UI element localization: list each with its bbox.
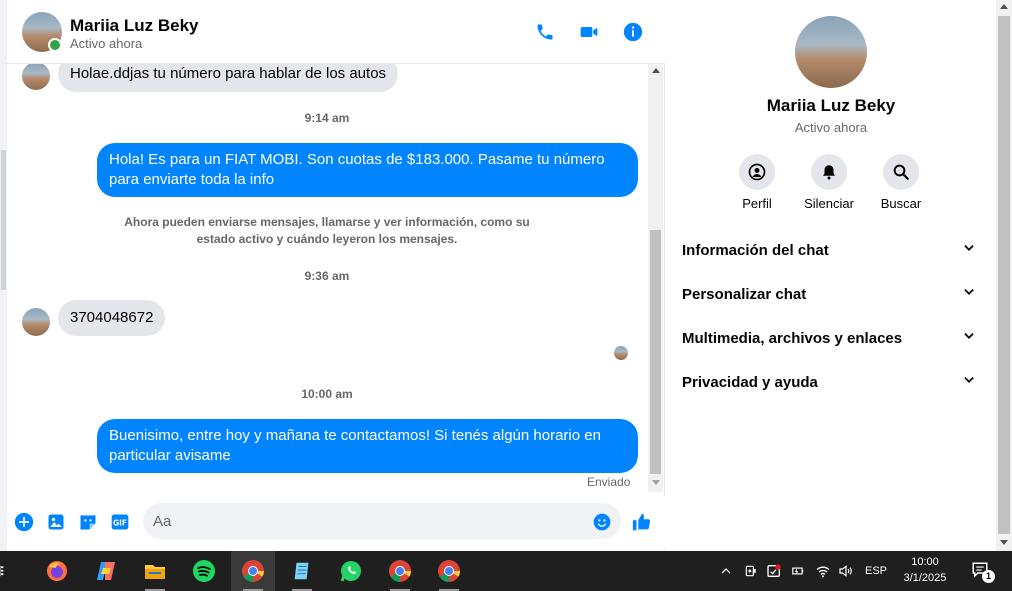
chat-panel: Mariia Luz Beky Activo ahora Holae.ddjas… xyxy=(7,0,665,551)
chevron-down-icon xyxy=(962,329,976,348)
section-privacy-help[interactable]: Privacidad y ayuda xyxy=(674,362,984,402)
chrome-icon[interactable] xyxy=(378,551,422,591)
contact-name[interactable]: Mariia Luz Beky xyxy=(70,16,199,36)
notification-center[interactable]: 1 xyxy=(966,551,996,591)
contact-status: Activo ahora xyxy=(70,36,143,51)
wifi-icon[interactable] xyxy=(813,551,833,591)
chevron-down-icon xyxy=(962,241,976,260)
gif-icon[interactable]: GIF xyxy=(109,511,131,533)
spotify-icon[interactable] xyxy=(182,551,226,591)
page-scroll-up-arrow[interactable] xyxy=(1000,4,1008,9)
sticker-icon[interactable] xyxy=(77,511,99,533)
clock[interactable]: 10:00 3/1/2025 xyxy=(890,554,960,586)
security-icon[interactable] xyxy=(764,551,784,591)
page-scroll-thumb[interactable] xyxy=(998,16,1010,534)
outgoing-message[interactable]: Buenisimo, entre hoy y mañana te contact… xyxy=(97,419,638,473)
clock-date: 3/1/2025 xyxy=(903,572,947,584)
info-icon[interactable] xyxy=(621,20,645,44)
left-scroll-thumb[interactable] xyxy=(1,150,6,290)
section-chat-info[interactable]: Información del chat xyxy=(674,230,984,270)
firefox-icon[interactable] xyxy=(35,551,79,591)
message-avatar[interactable] xyxy=(22,308,50,336)
whatsapp-icon[interactable] xyxy=(329,551,373,591)
search-icon xyxy=(883,154,919,190)
chrome-icon[interactable] xyxy=(427,551,471,591)
mute-label: Silenciar xyxy=(804,196,854,211)
notification-icon: 1 xyxy=(971,561,995,583)
battery-icon[interactable] xyxy=(788,551,808,591)
mute-button[interactable]: Silenciar xyxy=(794,154,864,211)
seen-receipt-avatar xyxy=(614,346,628,360)
scroll-thumb[interactable] xyxy=(650,230,661,474)
chevron-down-icon xyxy=(962,373,976,392)
emoji-icon[interactable] xyxy=(591,511,613,533)
like-thumb-icon[interactable] xyxy=(631,511,653,533)
conversation-info-panel: Mariia Luz Beky Activo ahora Perfil Sile… xyxy=(666,0,996,551)
outgoing-message[interactable]: Hola! Es para un FIAT MOBI. Son cuotas d… xyxy=(97,143,638,197)
info-avatar[interactable] xyxy=(795,16,867,88)
info-contact-status: Activo ahora xyxy=(794,120,868,135)
section-media-files-links[interactable]: Multimedia, archivos y enlaces xyxy=(674,318,984,358)
page-scroll-down-arrow[interactable] xyxy=(1000,540,1008,545)
chevron-up-icon[interactable] xyxy=(716,551,736,591)
incoming-message[interactable]: Holae.ddjas tu número para hablar de los… xyxy=(58,64,399,92)
message-scrollbar[interactable] xyxy=(648,64,663,492)
sent-status: Enviado xyxy=(587,475,631,489)
left-edge-scrollbar[interactable] xyxy=(0,0,7,551)
photo-icon[interactable] xyxy=(45,511,67,533)
section-label: Personalizar chat xyxy=(682,285,807,303)
message-composer: GIF xyxy=(7,496,665,548)
info-contact-name[interactable]: Mariia Luz Beky xyxy=(666,96,996,116)
section-customize-chat[interactable]: Personalizar chat xyxy=(674,274,984,314)
task-view-icon[interactable] xyxy=(0,551,16,591)
timestamp: 9:36 am xyxy=(304,269,350,283)
copilot-icon[interactable] xyxy=(84,551,128,591)
video-call-icon[interactable] xyxy=(577,20,601,44)
page-scrollbar[interactable] xyxy=(996,0,1012,551)
message-list[interactable]: Holae.ddjas tu número para hablar de los… xyxy=(7,64,647,492)
profile-button[interactable]: Perfil xyxy=(722,154,792,211)
timestamp: 10:00 am xyxy=(301,387,353,401)
language-label: ESP xyxy=(864,565,887,577)
file-explorer-icon[interactable] xyxy=(133,551,177,591)
language-indicator[interactable]: ESP xyxy=(862,551,890,591)
message-avatar[interactable] xyxy=(22,64,50,90)
taskbar: ESP 10:00 3/1/2025 1 xyxy=(0,551,1012,591)
online-indicator xyxy=(48,38,62,52)
section-label: Privacidad y ayuda xyxy=(682,373,818,391)
scroll-up-arrow[interactable] xyxy=(652,68,660,73)
chrome-icon[interactable] xyxy=(231,551,275,591)
phone-call-icon[interactable] xyxy=(533,20,557,44)
section-label: Información del chat xyxy=(682,241,829,259)
scroll-down-arrow[interactable] xyxy=(652,480,660,485)
chevron-down-icon xyxy=(962,285,976,304)
notification-badge: 1 xyxy=(982,570,995,583)
plus-icon[interactable] xyxy=(13,511,35,533)
volume-icon[interactable] xyxy=(836,551,856,591)
screen: Mariia Luz Beky Activo ahora Holae.ddjas… xyxy=(0,0,1012,591)
message-input[interactable] xyxy=(143,503,621,539)
bell-icon xyxy=(811,154,847,190)
notepad-icon[interactable] xyxy=(280,551,324,591)
incoming-message[interactable]: 3704048672 xyxy=(58,300,166,336)
clock-time: 10:00 xyxy=(911,556,939,568)
system-notice: Ahora pueden enviarse mensajes, llamarse… xyxy=(124,215,530,246)
profile-label: Perfil xyxy=(742,196,772,211)
section-label: Multimedia, archivos y enlaces xyxy=(682,329,903,347)
svg-text:GIF: GIF xyxy=(113,518,127,527)
chat-header: Mariia Luz Beky Activo ahora xyxy=(7,0,665,64)
timestamp: 9:14 am xyxy=(304,111,350,125)
meet-icon[interactable] xyxy=(741,551,761,591)
profile-icon xyxy=(739,154,775,190)
search-label: Buscar xyxy=(880,196,922,211)
search-button[interactable]: Buscar xyxy=(866,154,936,211)
